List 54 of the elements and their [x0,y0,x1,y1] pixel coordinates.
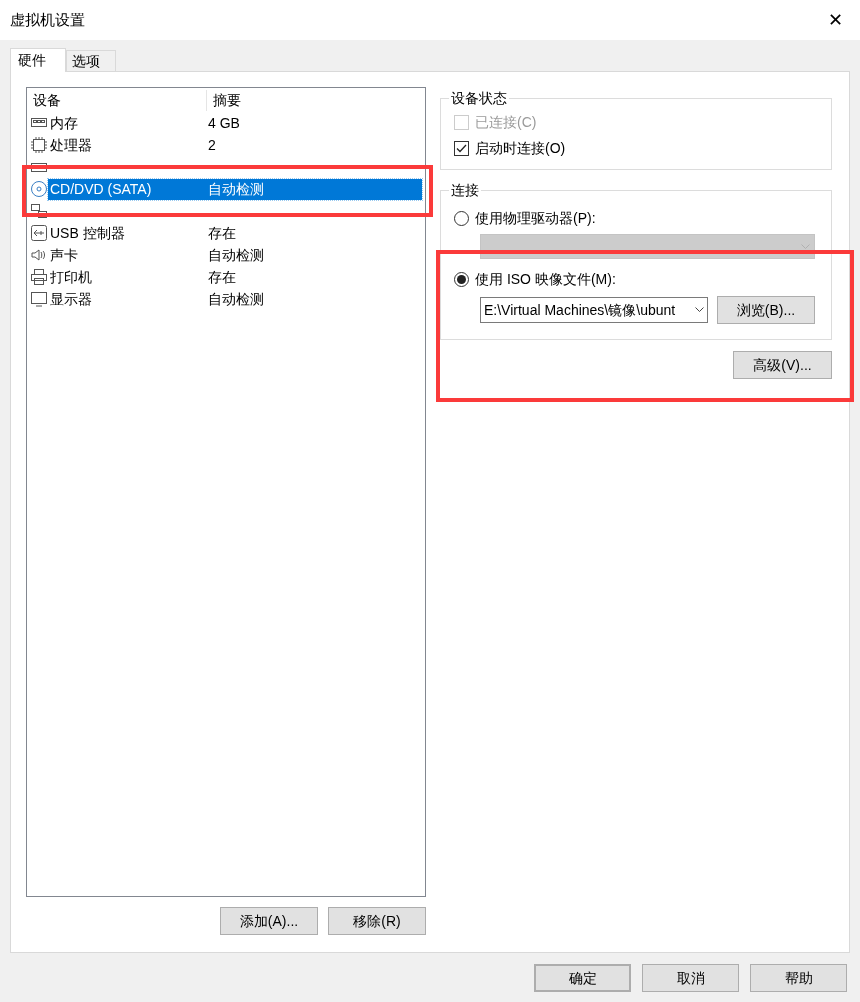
device-summary: 自动检测 [208,289,265,309]
chevron-down-icon [801,243,810,250]
list-button[interactable]: 添加(A)... [220,907,318,935]
disc-icon [30,180,48,198]
group-title: 连接 [450,181,480,200]
device-name: 打印机 [49,267,92,287]
dialog-button[interactable]: 帮助 [750,964,847,992]
device-row[interactable]: 显示器 自动检测 [48,288,422,310]
device-row[interactable]: 内存 4 GB [48,112,422,134]
list-button[interactable]: 移除(R) [328,907,426,935]
device-row[interactable]: USB 控制器 存在 [48,222,422,244]
radio-button[interactable] [454,210,469,226]
iso-path-combobox[interactable]: E:\Virtual Machines\镜像\ubunt [480,297,708,323]
radio-label: 使用物理驱动器(P): [475,208,596,228]
device-name: 显示器 [49,289,92,309]
cpu-icon [30,136,48,154]
dialog-button[interactable]: 确定 [534,964,631,992]
device-name: CD/DVD (SATA) [49,179,152,199]
column-header[interactable]: 摘要 [207,90,241,111]
device-name: 内存 [49,113,78,133]
device-row[interactable]: 处理器 2 [48,134,422,156]
checkmark-icon [456,143,467,153]
sound-icon [30,246,48,264]
chevron-down-icon [695,307,704,313]
tab[interactable]: 硬件 [10,48,66,72]
browse-button[interactable]: 浏览(B)... [717,296,815,324]
device-name: 声卡 [49,245,78,265]
device-summary: 自动检测 [208,245,265,265]
device-name: 处理器 [49,135,92,155]
window-title: 虚拟机设置 [10,9,85,30]
device-summary: 2 [208,135,217,155]
device-summary: 存在 [208,223,237,243]
radio-label: 使用 ISO 映像文件(M): [475,269,616,289]
printer-icon [30,268,48,286]
device-name: USB 控制器 [49,223,125,243]
radio-button[interactable] [454,271,469,287]
network-icon [30,202,48,220]
checkbox-label: 启动时连接(O) [475,138,566,158]
checkbox-label: 已连接(C) [475,112,537,132]
device-row[interactable]: 声卡 自动检测 [48,244,422,266]
close-button[interactable]: ✕ [820,5,850,35]
checkbox[interactable] [454,140,469,156]
device-row[interactable]: CD/DVD (SATA) 自动检测 [48,178,422,200]
dialog-button[interactable]: 取消 [642,964,739,992]
tab[interactable]: 选项 [66,50,116,71]
device-summary: 自动检测 [208,179,265,199]
group-title: 设备状态 [450,89,508,108]
usb-icon [30,224,48,242]
device-row[interactable]: 打印机 存在 [48,266,422,288]
column-header[interactable]: 设备 [30,90,207,111]
advanced-button[interactable]: 高级(V)... [733,351,832,379]
display-icon [30,290,48,308]
device-summary: 存在 [208,267,237,287]
device-summary: 4 GB [208,113,241,133]
